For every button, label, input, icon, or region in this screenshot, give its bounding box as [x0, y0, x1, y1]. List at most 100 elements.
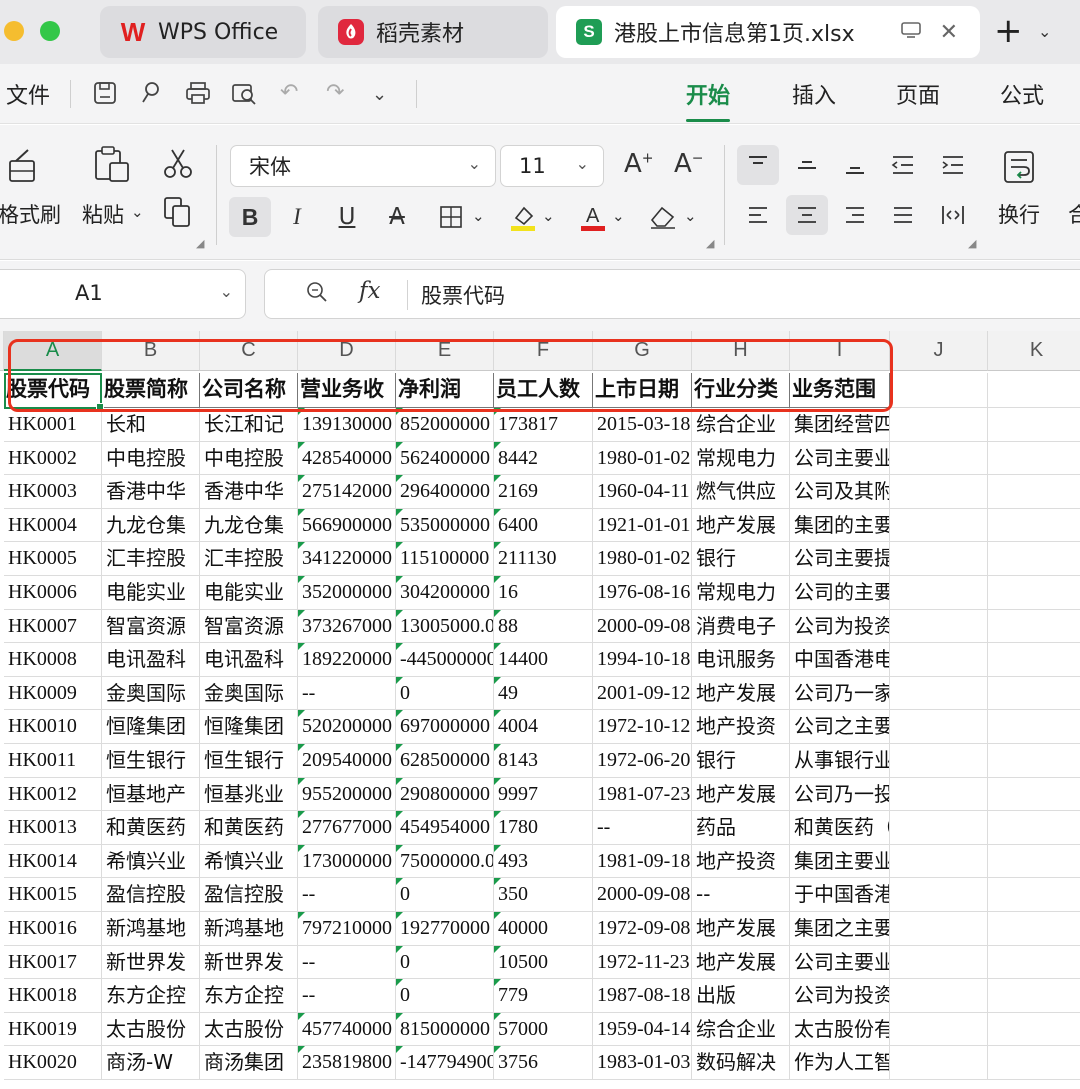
increase-font-icon[interactable]: A+ — [624, 149, 654, 179]
table-cell[interactable]: 集团的主要业务为中国香港及 — [790, 508, 890, 543]
table-cell[interactable]: 235819800 — [298, 1046, 396, 1080]
table-cell[interactable]: 恒基兆业 — [200, 777, 298, 812]
table-cell[interactable] — [890, 844, 988, 879]
table-cell[interactable]: 566900000 — [298, 508, 396, 543]
table-cell[interactable]: HK0008 — [4, 643, 102, 677]
header-cell[interactable]: 股票代码 — [4, 373, 102, 408]
table-cell[interactable]: 1981-09-18 — [593, 844, 692, 879]
header-cell[interactable]: 业务范围 — [790, 373, 890, 408]
table-cell[interactable]: 16 — [494, 576, 593, 610]
formula-input[interactable]: fx 股票代码 — [264, 269, 1080, 319]
table-cell[interactable]: 银行 — [692, 542, 790, 576]
table-cell[interactable]: 恒隆集团 — [200, 710, 298, 744]
table-cell[interactable]: 1980-01-02 — [593, 542, 692, 576]
table-cell[interactable] — [890, 609, 988, 644]
table-cell[interactable]: 太古股份 — [102, 1012, 200, 1047]
table-cell[interactable]: -- — [692, 878, 790, 912]
table-cell[interactable] — [890, 1046, 988, 1080]
table-cell[interactable]: 公司及其附属公司（统称‘集 — [790, 475, 890, 509]
save-icon[interactable] — [92, 80, 118, 112]
chevron-down-icon[interactable]: ⌄ — [612, 207, 625, 225]
table-cell[interactable]: 0 — [396, 945, 494, 980]
table-cell[interactable] — [890, 1012, 988, 1047]
table-cell[interactable]: 1976-08-16 — [593, 576, 692, 610]
table-cell[interactable]: 希慎兴业 — [200, 844, 298, 879]
increase-indent-icon[interactable] — [932, 145, 974, 185]
table-cell[interactable]: 341220000 — [298, 542, 396, 576]
column-header-d[interactable]: D — [298, 331, 396, 371]
merge-label[interactable]: 合 — [1068, 199, 1080, 229]
table-cell[interactable]: 562400000 — [396, 441, 494, 476]
cell[interactable] — [890, 373, 988, 408]
header-cell[interactable]: 公司名称 — [200, 373, 298, 408]
chevron-down-icon[interactable]: ⌄ — [131, 203, 144, 221]
fill-handle[interactable] — [96, 403, 104, 411]
table-cell[interactable]: 综合企业 — [692, 408, 790, 442]
table-cell[interactable]: 1960-04-11 — [593, 475, 692, 509]
align-left-icon[interactable] — [737, 195, 779, 235]
table-cell[interactable]: 852000000 — [396, 408, 494, 442]
underline-button[interactable]: U — [326, 197, 368, 237]
table-cell[interactable]: 恒生银行 — [102, 744, 200, 778]
table-cell[interactable]: 出版 — [692, 979, 790, 1013]
table-cell[interactable]: 4004 — [494, 710, 593, 744]
table-cell[interactable]: 88 — [494, 609, 593, 644]
table-cell[interactable] — [988, 744, 1080, 778]
table-cell[interactable] — [988, 475, 1080, 509]
table-cell[interactable] — [890, 744, 988, 778]
table-cell[interactable]: 希慎兴业 — [102, 844, 200, 879]
table-cell[interactable]: 57000 — [494, 1012, 593, 1047]
table-cell[interactable]: 香港中华 — [102, 475, 200, 509]
table-cell[interactable]: HK0017 — [4, 945, 102, 980]
decrease-indent-icon[interactable] — [882, 145, 924, 185]
table-cell[interactable]: 电能实业 — [200, 576, 298, 610]
table-cell[interactable] — [890, 777, 988, 812]
column-header-j[interactable]: J — [890, 331, 988, 371]
table-cell[interactable]: 49 — [494, 676, 593, 711]
table-cell[interactable] — [890, 912, 988, 946]
table-cell[interactable]: 6400 — [494, 508, 593, 543]
table-cell[interactable]: 太古股份有限公司（‘公司’） — [790, 1012, 890, 1047]
table-cell[interactable]: 地产投资 — [692, 710, 790, 744]
undo-icon[interactable]: ↶ — [280, 80, 298, 105]
table-cell[interactable]: 277677000 — [298, 811, 396, 845]
table-cell[interactable]: 地产发展 — [692, 777, 790, 812]
table-cell[interactable]: 40000 — [494, 912, 593, 946]
table-cell[interactable] — [988, 643, 1080, 677]
table-cell[interactable]: 192770000 — [396, 912, 494, 946]
table-cell[interactable]: 0 — [396, 979, 494, 1013]
table-cell[interactable]: 东方企控 — [102, 979, 200, 1013]
table-cell[interactable]: HK0014 — [4, 844, 102, 879]
table-cell[interactable]: 535000000 — [396, 508, 494, 543]
file-menu[interactable]: 文件 — [6, 78, 50, 110]
align-bottom-icon[interactable] — [834, 145, 876, 185]
table-cell[interactable]: 1994-10-18 — [593, 643, 692, 677]
table-cell[interactable]: 新鸿基地 — [102, 912, 200, 946]
table-cell[interactable]: 290800000 — [396, 777, 494, 812]
table-cell[interactable] — [890, 945, 988, 980]
table-cell[interactable] — [988, 1046, 1080, 1080]
table-cell[interactable] — [988, 811, 1080, 845]
table-cell[interactable]: 1980-01-02 — [593, 441, 692, 476]
table-cell[interactable]: 1972-10-12 — [593, 710, 692, 744]
table-cell[interactable]: HK0004 — [4, 508, 102, 543]
table-cell[interactable]: 8442 — [494, 441, 593, 476]
table-cell[interactable]: 公司主要业务继续为控股投资 — [790, 945, 890, 980]
table-cell[interactable] — [890, 441, 988, 476]
table-cell[interactable]: 常规电力 — [692, 441, 790, 476]
table-cell[interactable]: 智富资源 — [200, 609, 298, 644]
table-cell[interactable] — [988, 509, 1080, 543]
table-cell[interactable]: 352000000 — [298, 576, 396, 610]
table-cell[interactable]: 1981-07-23 — [593, 777, 692, 812]
header-cell[interactable]: 净利润 — [396, 373, 494, 408]
table-cell[interactable]: 中电控股 — [102, 441, 200, 476]
table-cell[interactable]: 地产投资 — [692, 844, 790, 879]
column-header-a[interactable]: A — [4, 331, 102, 371]
table-cell[interactable]: 盈信控股 — [102, 878, 200, 912]
column-header-b[interactable]: B — [102, 331, 200, 371]
table-cell[interactable]: -- — [298, 979, 396, 1013]
table-cell[interactable]: 493 — [494, 844, 593, 879]
table-cell[interactable]: 189220000 — [298, 643, 396, 677]
decrease-font-icon[interactable]: A− — [674, 149, 704, 179]
table-cell[interactable]: 2001-09-12 — [593, 676, 692, 711]
